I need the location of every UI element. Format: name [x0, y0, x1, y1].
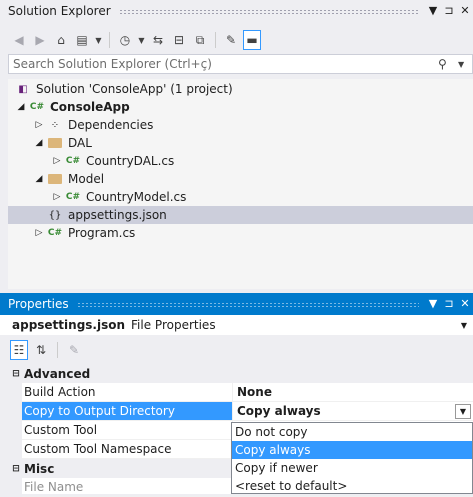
- title-grip[interactable]: [76, 301, 419, 307]
- tree-node-label: Program.cs: [68, 226, 136, 240]
- property-name: Copy to Output Directory: [22, 402, 233, 421]
- properties-toolbar: ☷ ⇅ ✎: [10, 339, 83, 361]
- title-grip[interactable]: [118, 8, 419, 14]
- tree-node-label: Solution 'ConsoleApp' (1 project): [36, 82, 233, 96]
- dropdown-option-highlighted[interactable]: Copy always: [232, 441, 472, 459]
- collapse-arrow-icon[interactable]: ◢: [14, 102, 28, 112]
- property-value-select[interactable]: Copy always ▼: [233, 402, 473, 421]
- filter-dropdown-icon[interactable]: ▼: [137, 30, 146, 50]
- json-file-icon: {}: [48, 209, 62, 221]
- solution-icon: ◧: [18, 83, 28, 95]
- close-icon[interactable]: ✕: [457, 0, 473, 22]
- expand-arrow-icon[interactable]: ▷: [32, 120, 46, 130]
- categorized-view-icon[interactable]: ☷: [10, 340, 28, 360]
- back-icon[interactable]: ◀: [10, 30, 28, 50]
- dropdown-option[interactable]: Copy if newer: [232, 459, 472, 477]
- tree-node-file[interactable]: ▷ C# Program.cs: [8, 224, 473, 242]
- category-label: Misc: [24, 461, 55, 476]
- solution-tree: ◧ Solution 'ConsoleApp' (1 project) ◢ C#…: [8, 79, 473, 289]
- dropdown-option[interactable]: Do not copy: [232, 423, 472, 441]
- tree-node-folder-dal[interactable]: ◢ DAL: [8, 134, 473, 152]
- tree-node-project[interactable]: ◢ C# ConsoleApp: [8, 98, 473, 116]
- csharp-file-icon: C#: [65, 192, 81, 202]
- tree-node-label: DAL: [68, 136, 92, 150]
- auto-hide-pin-icon[interactable]: ⊐: [441, 293, 457, 315]
- tree-node-file[interactable]: ▷ C# CountryModel.cs: [8, 188, 473, 206]
- tree-node-label: CountryModel.cs: [86, 190, 187, 204]
- property-pages-wrench-icon[interactable]: ✎: [65, 340, 83, 360]
- home-icon[interactable]: ⌂: [52, 30, 70, 50]
- expand-arrow-icon[interactable]: ▷: [50, 192, 64, 202]
- preview-selected-items-icon[interactable]: ▬: [243, 30, 261, 50]
- selected-value: Copy always: [237, 404, 321, 418]
- properties-object-selector[interactable]: appsettings.json File Properties ▼: [0, 315, 473, 335]
- dependencies-icon: ⁘: [50, 119, 60, 131]
- dropdown-option[interactable]: <reset to default>: [232, 477, 472, 495]
- window-position-dropdown-icon[interactable]: ▼: [425, 293, 441, 315]
- csharp-file-icon: C#: [65, 156, 81, 166]
- tree-node-label: Dependencies: [68, 118, 154, 132]
- solution-explorer-titlebar: Solution Explorer ▼ ⊐ ✕: [0, 0, 473, 22]
- collapse-category-icon[interactable]: ⊟: [8, 464, 24, 474]
- solution-explorer-toolbar: ◀ ▶ ⌂ ▤ ▼ ◷ ▼ ⇆ ⊟ ⧉ ✎ ▬: [10, 28, 261, 52]
- property-value[interactable]: None: [233, 383, 473, 402]
- object-selector-dropdown-icon[interactable]: ▼: [461, 321, 467, 330]
- folder-icon: [46, 172, 64, 186]
- category-advanced[interactable]: ⊟ Advanced: [8, 364, 473, 383]
- toolbar-separator: [109, 32, 110, 48]
- tree-node-folder-model[interactable]: ◢ Model: [8, 170, 473, 188]
- expand-arrow-icon[interactable]: ▷: [32, 228, 46, 238]
- property-row-copy-to-output[interactable]: Copy to Output Directory Copy always ▼: [8, 402, 473, 421]
- object-type: File Properties: [131, 318, 216, 332]
- tree-node-label: Model: [68, 172, 105, 186]
- tree-node-file-selected[interactable]: {} appsettings.json: [8, 206, 473, 224]
- collapse-all-icon[interactable]: ⊟: [170, 30, 188, 50]
- tree-node-solution[interactable]: ◧ Solution 'ConsoleApp' (1 project): [8, 80, 473, 98]
- collapse-arrow-icon[interactable]: ◢: [32, 138, 46, 148]
- property-row-build-action[interactable]: Build Action None: [8, 383, 473, 402]
- properties-titlebar: Properties ▼ ⊐ ✕: [0, 293, 473, 315]
- search-placeholder: Search Solution Explorer (Ctrl+ç): [13, 57, 212, 71]
- properties-title: Properties: [8, 297, 69, 311]
- alphabetical-sort-icon[interactable]: ⇅: [32, 340, 50, 360]
- collapse-arrow-icon[interactable]: ◢: [32, 174, 46, 184]
- show-all-files-icon[interactable]: ⧉: [191, 30, 209, 50]
- toolbar-separator: [215, 32, 216, 48]
- search-input[interactable]: Search Solution Explorer (Ctrl+ç) ⚲ ▼: [8, 54, 473, 74]
- tree-node-dependencies[interactable]: ▷ ⁘ Dependencies: [8, 116, 473, 134]
- copy-to-output-dropdown-list: Do not copy Copy always Copy if newer <r…: [231, 422, 473, 494]
- solution-explorer-title: Solution Explorer: [8, 4, 111, 18]
- tree-node-label: ConsoleApp: [50, 100, 130, 114]
- tree-node-label: CountryDAL.cs: [86, 154, 175, 168]
- pending-changes-filter-icon[interactable]: ◷: [116, 30, 134, 50]
- auto-hide-pin-icon[interactable]: ⊐: [441, 0, 457, 22]
- search-options-dropdown-icon[interactable]: ▼: [458, 60, 472, 69]
- csharp-file-icon: C#: [47, 228, 63, 238]
- csharp-project-icon: C#: [29, 102, 45, 112]
- window-position-dropdown-icon[interactable]: ▼: [425, 0, 441, 22]
- properties-wrench-icon[interactable]: ✎: [222, 30, 240, 50]
- property-name: Custom Tool: [22, 421, 233, 440]
- property-name: Build Action: [22, 383, 233, 402]
- expand-arrow-icon[interactable]: ▷: [50, 156, 64, 166]
- forward-icon[interactable]: ▶: [31, 30, 49, 50]
- tree-node-file[interactable]: ▷ C# CountryDAL.cs: [8, 152, 473, 170]
- collapse-category-icon[interactable]: ⊟: [8, 369, 24, 379]
- toolbar-separator: [57, 342, 58, 358]
- property-name: File Name: [22, 478, 233, 497]
- sync-with-active-document-icon[interactable]: ⇆: [149, 30, 167, 50]
- search-icon[interactable]: ⚲: [438, 57, 458, 71]
- object-name: appsettings.json: [12, 318, 126, 332]
- close-icon[interactable]: ✕: [457, 293, 473, 315]
- switch-views-dropdown-icon[interactable]: ▼: [94, 30, 103, 50]
- chevron-down-icon[interactable]: ▼: [455, 403, 471, 419]
- category-label: Advanced: [24, 366, 91, 381]
- folder-icon: [46, 136, 64, 150]
- switch-views-icon[interactable]: ▤: [73, 30, 91, 50]
- property-name: Custom Tool Namespace: [22, 440, 233, 459]
- tree-node-label: appsettings.json: [68, 208, 167, 222]
